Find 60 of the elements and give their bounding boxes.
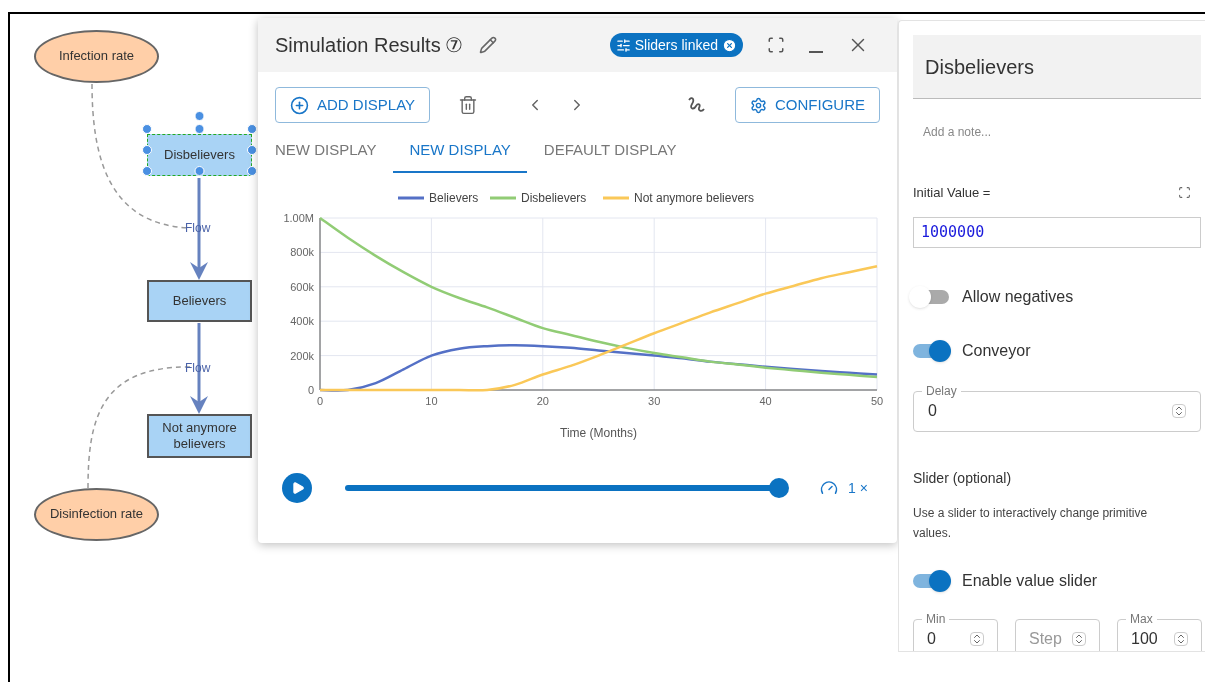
- legend-item[interactable]: Believers: [398, 191, 479, 205]
- add-display-button[interactable]: ADD DISPLAY: [275, 87, 431, 123]
- play-button[interactable]: [282, 473, 312, 503]
- axis-tick-label: 600k: [290, 280, 314, 293]
- linked-chip[interactable]: Sliders linked: [609, 33, 743, 57]
- axis-tick-label: 1.00M: [283, 212, 314, 224]
- field-label: Max: [1126, 612, 1157, 625]
- spinner-icon[interactable]: [970, 632, 984, 646]
- speed-icon[interactable]: [820, 479, 838, 497]
- speed-label[interactable]: 1 ×: [848, 477, 868, 499]
- settings-icon: [750, 96, 767, 114]
- window-title: Simulation Results: [275, 33, 441, 58]
- expand-icon[interactable]: [1178, 186, 1191, 200]
- spinner-icon[interactable]: [1172, 404, 1186, 418]
- slider-thumb[interactable]: [769, 478, 789, 498]
- display-tab[interactable]: NEW DISPLAY: [275, 129, 377, 173]
- field-label: Initial Value =: [913, 184, 991, 202]
- stock-node[interactable]: Disbelievers: [147, 134, 252, 176]
- spinner-icon[interactable]: [1072, 632, 1086, 646]
- configure-button[interactable]: CONFIGURE: [735, 87, 880, 123]
- axis-tick-label: 40: [759, 395, 772, 407]
- axis-tick-label: 0: [316, 395, 324, 407]
- legend-item[interactable]: Not anymore believers: [603, 191, 755, 205]
- sliders-icon: [615, 37, 631, 53]
- plus-icon: [290, 95, 309, 115]
- axis-title: Time (Months): [560, 426, 637, 440]
- toggle-label: Conveyor: [962, 340, 1031, 361]
- initial-value-field[interactable]: 1000000: [913, 216, 1201, 248]
- squiggle-icon[interactable]: [686, 95, 706, 115]
- close-icon[interactable]: [722, 37, 737, 53]
- axis-tick-label: 400k: [290, 315, 314, 328]
- axis-tick-label: 800k: [290, 246, 314, 259]
- stock-node[interactable]: Believers: [147, 280, 252, 322]
- section-heading: Slider (optional): [913, 468, 1013, 488]
- legend-label: Believers: [429, 191, 479, 205]
- stock-node[interactable]: Not anymore believers: [147, 414, 252, 458]
- field-label: Min: [922, 612, 950, 625]
- toggle-label: Enable value slider: [962, 570, 1098, 591]
- note-field[interactable]: Add a note...: [923, 123, 1183, 141]
- display-tab[interactable]: DEFAULT DISPLAY: [543, 129, 677, 173]
- legend-label: Not anymore believers: [634, 191, 755, 205]
- axis-tick-label: 20: [536, 395, 549, 407]
- play-icon: [291, 481, 305, 495]
- field-label: Delay: [922, 384, 961, 397]
- legend-label: Disbelievers: [521, 191, 587, 205]
- axis-tick-label: 30: [648, 395, 661, 407]
- display-tab[interactable]: NEW DISPLAY: [393, 129, 527, 173]
- axis-tick-label: 200k: [290, 349, 314, 362]
- run-count-label: ⑦: [444, 33, 463, 58]
- help-text: Use a slider to interactively change primitive values.: [913, 504, 1149, 542]
- axis-tick-label: 50: [870, 395, 884, 407]
- edit-icon[interactable]: [478, 36, 497, 54]
- axis-tick-label: 10: [425, 395, 438, 407]
- spinner-icon[interactable]: [1174, 632, 1188, 646]
- toggle-label: Allow negatives: [962, 286, 1074, 307]
- axis-tick-label: 0: [307, 384, 314, 396]
- delete-icon[interactable]: [458, 95, 479, 115]
- panel-title: Disbelievers: [925, 54, 1034, 80]
- legend-item[interactable]: Disbelievers: [490, 191, 587, 205]
- fullscreen-icon[interactable]: [767, 36, 785, 54]
